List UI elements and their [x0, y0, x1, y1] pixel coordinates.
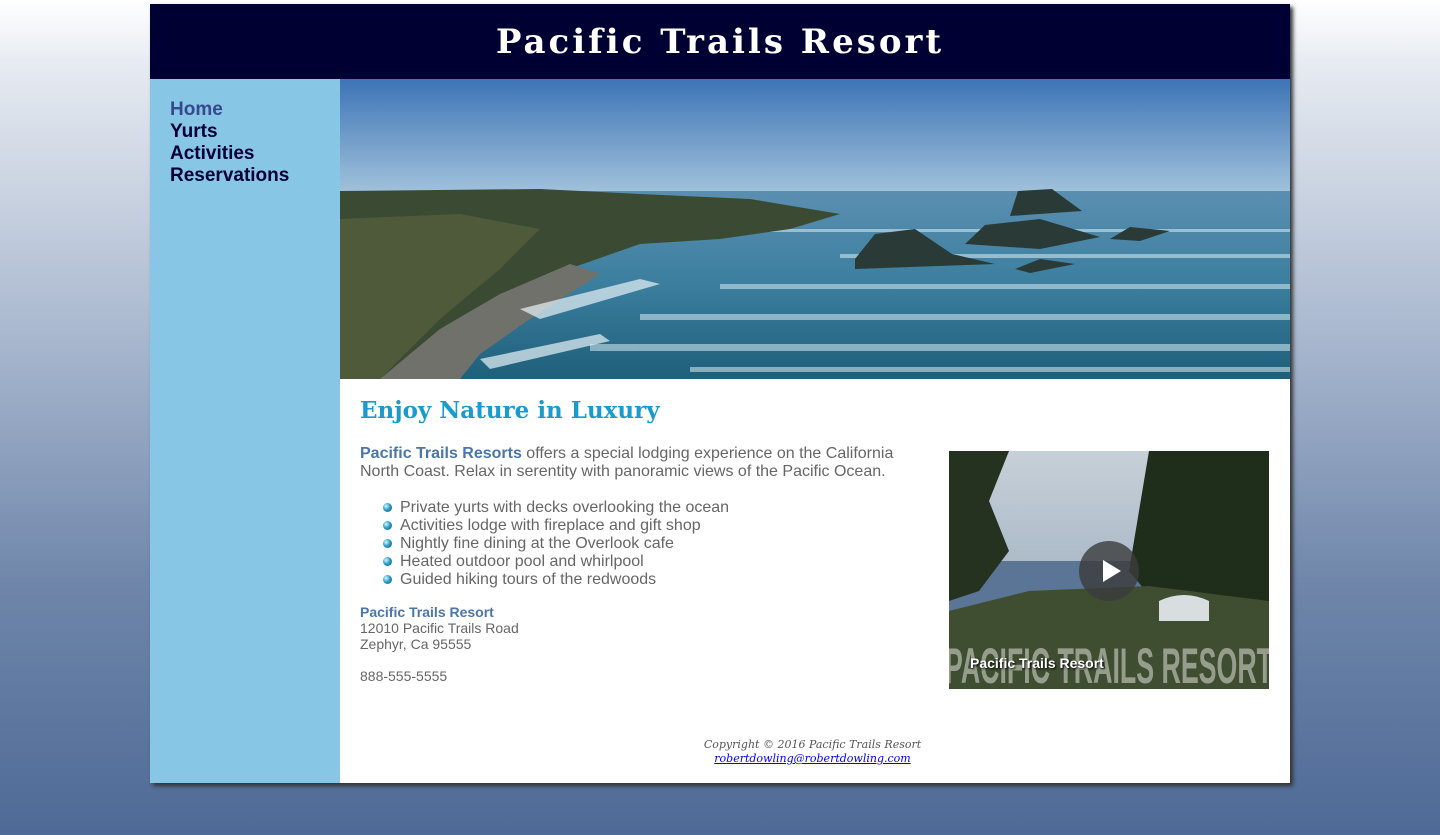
main-nav: Home Yurts Activities Reservations: [150, 79, 340, 187]
site-title: Pacific Trails Resort: [495, 21, 945, 62]
list-item: Activities lodge with fireplace and gift…: [383, 517, 729, 535]
bullet-icon: [383, 575, 392, 584]
contact-street: 12010 Pacific Trails Road: [360, 620, 519, 636]
feature-text: Nightly fine dining at the Overlook cafe: [400, 535, 674, 552]
list-item: Heated outdoor pool and whirlpool: [383, 553, 729, 571]
list-item: Guided hiking tours of the redwoods: [383, 571, 729, 589]
bullet-icon: [383, 503, 392, 512]
email-link[interactable]: robertdowling@robertdowling.com: [714, 752, 910, 765]
contact-address: Pacific Trails Resort 12010 Pacific Trai…: [360, 604, 519, 684]
contact-name: Pacific Trails Resort: [360, 604, 494, 620]
bullet-icon: [383, 521, 392, 530]
video-caption: Pacific Trails Resort: [970, 655, 1104, 671]
nav-yurts[interactable]: Yurts: [170, 121, 340, 143]
contact-phone: 888-555-5555: [360, 668, 448, 684]
feature-text: Private yurts with decks overlooking the…: [400, 499, 730, 516]
list-item: Nightly fine dining at the Overlook cafe: [383, 535, 729, 553]
intro-paragraph: Pacific Trails Resorts offers a special …: [360, 445, 920, 481]
copyright-text: Copyright © 2016 Pacific Trails Resort: [703, 738, 922, 751]
feature-text: Heated outdoor pool and whirlpool: [400, 553, 644, 570]
nav-activities[interactable]: Activities: [170, 143, 340, 165]
intro-brand-name: Pacific Trails Resorts: [360, 445, 522, 462]
hero-coastline-image: [340, 79, 1290, 379]
page-wrapper: Pacific Trails Resort Home Yurts Activit…: [150, 4, 1290, 783]
bullet-icon: [383, 557, 392, 566]
nav-reservations[interactable]: Reservations: [170, 165, 340, 187]
feature-text: Activities lodge with fireplace and gift…: [400, 517, 701, 534]
site-footer: Copyright © 2016 Pacific Trails Resort r…: [340, 738, 1285, 766]
feature-text: Guided hiking tours of the redwoods: [400, 571, 657, 588]
bullet-icon: [383, 539, 392, 548]
site-header: Pacific Trails Resort: [150, 4, 1290, 79]
page-heading: Enjoy Nature in Luxury: [360, 397, 660, 424]
video-player[interactable]: PACIFIC TRAILS RESORT Pacific Trails Res…: [949, 451, 1269, 689]
contact-city: Zephyr, Ca 95555: [360, 636, 472, 652]
list-item: Private yurts with decks overlooking the…: [383, 499, 730, 517]
play-button[interactable]: [1079, 541, 1139, 601]
nav-home[interactable]: Home: [170, 99, 340, 121]
main-content: Enjoy Nature in Luxury Pacific Trails Re…: [340, 79, 1290, 783]
features-list: Private yurts with decks overlooking the…: [360, 499, 729, 589]
